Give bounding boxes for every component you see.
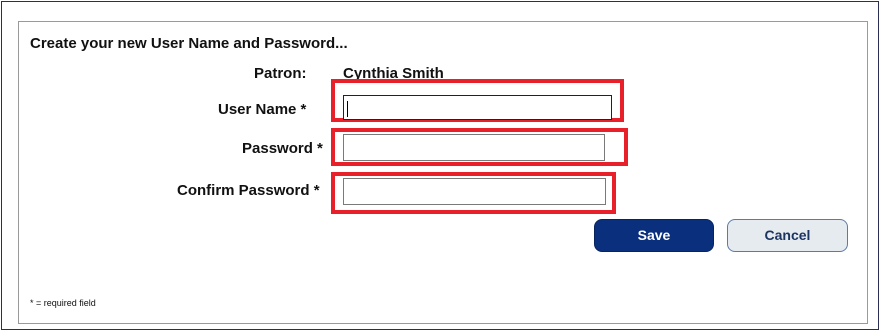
password-field[interactable] xyxy=(343,134,605,161)
password-label: Password * xyxy=(242,140,323,157)
username-field[interactable] xyxy=(343,95,612,120)
form-heading: Create your new User Name and Password..… xyxy=(30,35,348,52)
text-caret xyxy=(347,101,348,117)
required-field-note: * = required field xyxy=(30,298,96,308)
cancel-button[interactable]: Cancel xyxy=(727,219,848,252)
save-button[interactable]: Save xyxy=(594,219,714,252)
username-label: User Name * xyxy=(218,101,307,118)
confirm-password-label: Confirm Password * xyxy=(177,182,320,199)
patron-label: Patron: xyxy=(254,65,307,82)
confirm-password-field[interactable] xyxy=(343,178,606,205)
form-panel: Create your new User Name and Password..… xyxy=(18,21,868,324)
dialog-frame: Create your new User Name and Password..… xyxy=(1,1,879,330)
